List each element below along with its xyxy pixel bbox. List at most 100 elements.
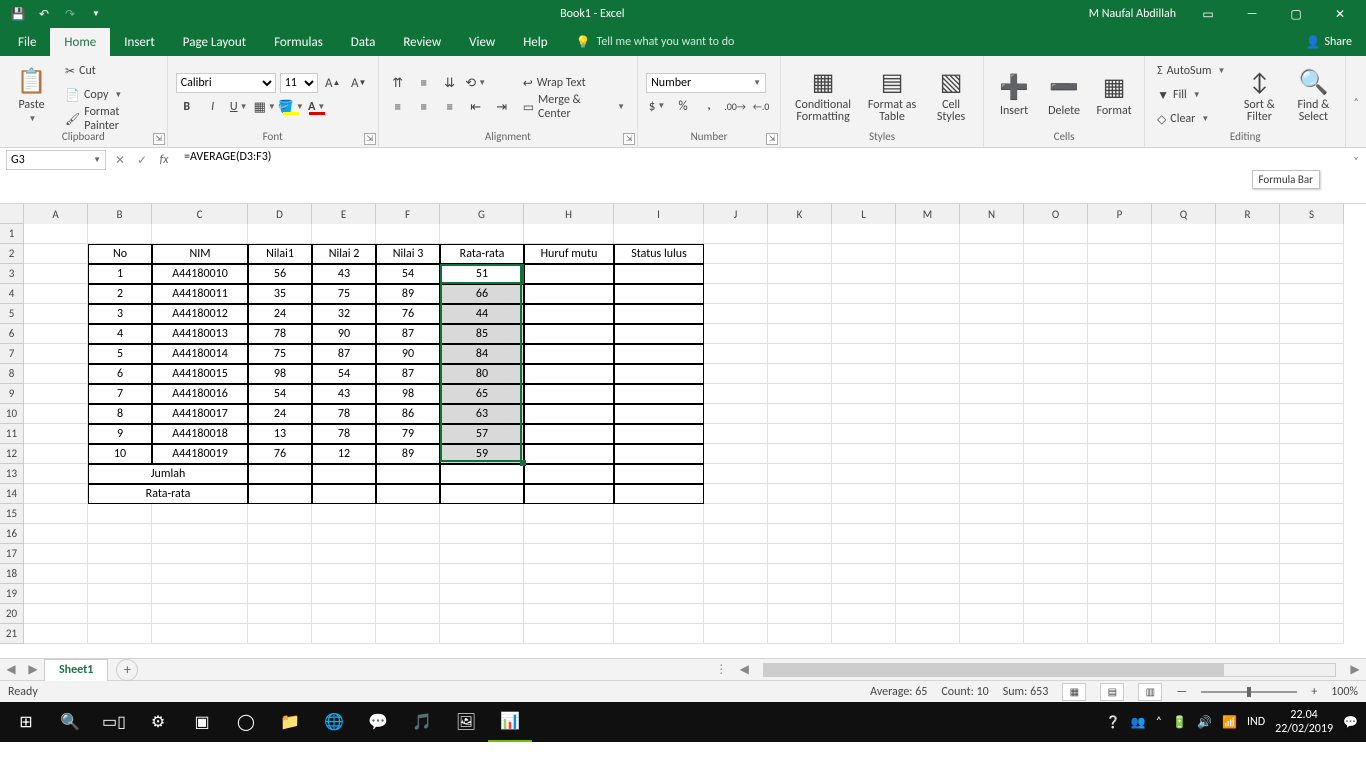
cell-E7[interactable]: 87	[312, 344, 376, 364]
cell-N14[interactable]	[960, 484, 1024, 504]
cell-N17[interactable]	[960, 544, 1024, 564]
task-excel[interactable]: 📊	[488, 702, 532, 742]
cell-C5[interactable]: A44180012	[152, 304, 248, 324]
col-header-E[interactable]: E	[312, 204, 376, 224]
cell-S9[interactable]	[1280, 384, 1344, 404]
alignment-launcher[interactable]: ⇲	[623, 133, 635, 145]
cell-G8[interactable]: 80	[440, 364, 524, 384]
col-header-F[interactable]: F	[376, 204, 440, 224]
col-header-S[interactable]: S	[1280, 204, 1344, 224]
cell-C8[interactable]: A44180015	[152, 364, 248, 384]
cell-I11[interactable]	[614, 424, 704, 444]
cell-G9[interactable]: 65	[440, 384, 524, 404]
task-app-3[interactable]: ◯	[224, 702, 268, 742]
cell-D10[interactable]: 24	[248, 404, 312, 424]
cell-K10[interactable]	[768, 404, 832, 424]
cell-K21[interactable]	[768, 624, 832, 644]
cell-M5[interactable]	[896, 304, 960, 324]
cell-P3[interactable]	[1088, 264, 1152, 284]
orientation-icon[interactable]: ⟲▼	[465, 72, 487, 94]
cell-G13[interactable]	[440, 464, 524, 484]
cell-L16[interactable]	[832, 524, 896, 544]
conditional-formatting-button[interactable]: ▦Conditional Formatting	[789, 61, 857, 129]
cell-S4[interactable]	[1280, 284, 1344, 304]
cell-A6[interactable]	[24, 324, 88, 344]
cell-B8[interactable]: 6	[88, 364, 152, 384]
hscroll-track[interactable]	[763, 663, 1336, 677]
collapse-ribbon-icon[interactable]: ˄	[1346, 56, 1366, 147]
cell-Q14[interactable]	[1152, 484, 1216, 504]
cell-F10[interactable]: 86	[376, 404, 440, 424]
help-icon[interactable]: ❔	[1106, 715, 1121, 730]
cell-Q20[interactable]	[1152, 604, 1216, 624]
col-header-C[interactable]: C	[152, 204, 248, 224]
cell-K11[interactable]	[768, 424, 832, 444]
cell-S12[interactable]	[1280, 444, 1344, 464]
cell-I14[interactable]	[614, 484, 704, 504]
cell-N11[interactable]	[960, 424, 1024, 444]
cell-F16[interactable]	[376, 524, 440, 544]
cell-M8[interactable]	[896, 364, 960, 384]
cell-F4[interactable]: 89	[376, 284, 440, 304]
cell-O21[interactable]	[1024, 624, 1088, 644]
align-center-icon[interactable]: ≡	[413, 96, 435, 118]
cell-L10[interactable]	[832, 404, 896, 424]
cell-H9[interactable]	[524, 384, 614, 404]
cell-D16[interactable]	[248, 524, 312, 544]
font-color-button[interactable]: A▼	[306, 96, 328, 118]
cell-E14[interactable]	[312, 484, 376, 504]
cell-F18[interactable]	[376, 564, 440, 584]
cell-P12[interactable]	[1088, 444, 1152, 464]
cell-I19[interactable]	[614, 584, 704, 604]
cell-P8[interactable]	[1088, 364, 1152, 384]
cell-E16[interactable]	[312, 524, 376, 544]
cell-M12[interactable]	[896, 444, 960, 464]
cell-G4[interactable]: 66	[440, 284, 524, 304]
cell-K7[interactable]	[768, 344, 832, 364]
cell-P20[interactable]	[1088, 604, 1152, 624]
cell-B15[interactable]	[88, 504, 152, 524]
cell-K14[interactable]	[768, 484, 832, 504]
cell-K1[interactable]	[768, 224, 832, 244]
cell-D2[interactable]: Nilai1	[248, 244, 312, 264]
cell-I12[interactable]	[614, 444, 704, 464]
col-header-J[interactable]: J	[704, 204, 768, 224]
cell-D17[interactable]	[248, 544, 312, 564]
cell-H2[interactable]: Huruf mutu	[524, 244, 614, 264]
cell-B13[interactable]: Jumlah	[88, 464, 248, 484]
delete-cells-button[interactable]: ➖Delete	[1042, 61, 1086, 129]
notifications-icon[interactable]: 💬	[1343, 715, 1358, 730]
zoom-out-icon[interactable]: —	[1176, 685, 1187, 699]
cell-H17[interactable]	[524, 544, 614, 564]
cell-E21[interactable]	[312, 624, 376, 644]
cell-D21[interactable]	[248, 624, 312, 644]
cell-M7[interactable]	[896, 344, 960, 364]
cell-S3[interactable]	[1280, 264, 1344, 284]
cell-Q1[interactable]	[1152, 224, 1216, 244]
cell-M6[interactable]	[896, 324, 960, 344]
cell-O18[interactable]	[1024, 564, 1088, 584]
cell-Q11[interactable]	[1152, 424, 1216, 444]
cell-I8[interactable]	[614, 364, 704, 384]
cell-R7[interactable]	[1216, 344, 1280, 364]
cell-D4[interactable]: 35	[248, 284, 312, 304]
cell-N16[interactable]	[960, 524, 1024, 544]
copy-button[interactable]: 📄Copy▼	[61, 84, 159, 106]
cell-J5[interactable]	[704, 304, 768, 324]
cell-A16[interactable]	[24, 524, 88, 544]
task-app-1[interactable]: ⚙	[136, 702, 180, 742]
cell-R21[interactable]	[1216, 624, 1280, 644]
cell-F21[interactable]	[376, 624, 440, 644]
cell-L3[interactable]	[832, 264, 896, 284]
cell-E1[interactable]	[312, 224, 376, 244]
cell-M16[interactable]	[896, 524, 960, 544]
cell-O20[interactable]	[1024, 604, 1088, 624]
cell-D14[interactable]	[248, 484, 312, 504]
cell-L15[interactable]	[832, 504, 896, 524]
start-button[interactable]: ⊞	[4, 702, 48, 742]
cell-O6[interactable]	[1024, 324, 1088, 344]
cell-S11[interactable]	[1280, 424, 1344, 444]
cell-A18[interactable]	[24, 564, 88, 584]
cell-P16[interactable]	[1088, 524, 1152, 544]
col-header-N[interactable]: N	[960, 204, 1024, 224]
